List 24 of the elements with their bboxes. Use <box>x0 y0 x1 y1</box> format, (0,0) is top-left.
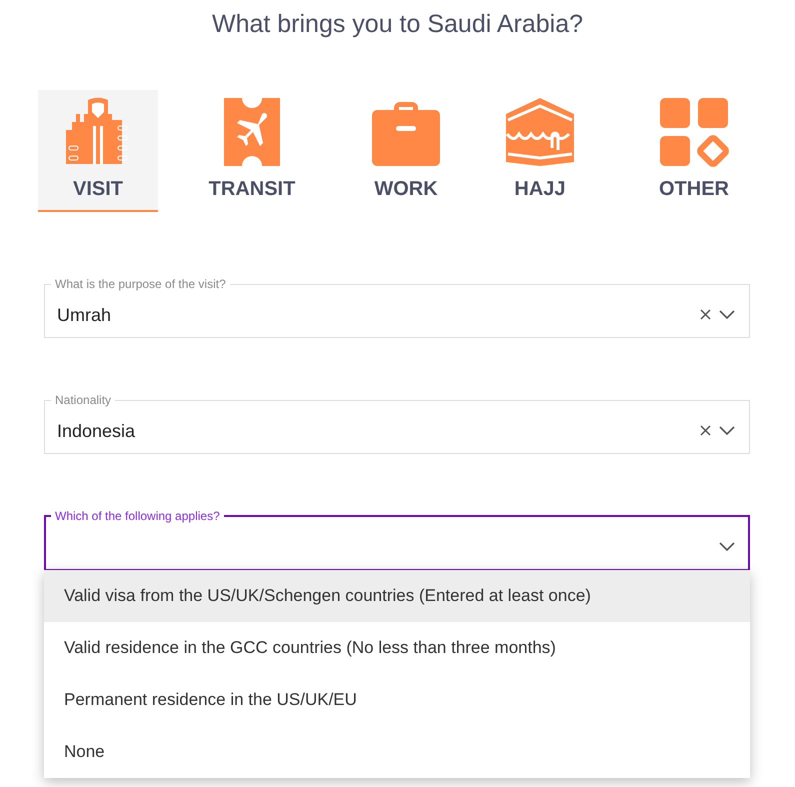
select-field[interactable]: What is the purpose of the visit? Umrah <box>44 277 750 338</box>
field-value: Umrah <box>57 304 112 326</box>
page-heading: What brings you to Saudi Arabia? <box>210 9 584 40</box>
dropdown-option[interactable]: Valid residence in the GCC countries (No less than three months) <box>44 622 750 674</box>
chevron-down-icon[interactable] <box>719 310 735 318</box>
category-tab[interactable]: WORK <box>346 90 466 212</box>
chevron-down-icon[interactable] <box>719 542 735 550</box>
category-tab[interactable]: HAJJ <box>480 90 600 212</box>
dropdown-option[interactable]: Permanent residence in the US/UK/EU <box>44 674 750 726</box>
chevron-down-icon[interactable] <box>719 426 735 434</box>
field-value: Indonesia <box>57 420 136 442</box>
kaaba-icon <box>504 96 576 168</box>
clear-icon[interactable] <box>700 308 711 320</box>
dropdown-option[interactable]: Valid visa from the US/UK/Schengen countries (Entered at least once) <box>44 570 750 622</box>
field-label: Which of the following applies? <box>54 509 221 523</box>
field-label: What is the purpose of the visit? <box>54 277 227 291</box>
select-field[interactable]: Nationality Indonesia <box>44 393 750 454</box>
category-tab[interactable]: TRANSIT <box>192 90 312 212</box>
field-label: Nationality <box>54 393 112 407</box>
grid-icon <box>658 96 730 168</box>
category-tab[interactable]: VISIT <box>38 90 158 212</box>
category-tab[interactable]: OTHER <box>634 90 754 212</box>
dropdown-option[interactable]: None <box>44 726 750 778</box>
clear-icon[interactable] <box>700 424 711 436</box>
